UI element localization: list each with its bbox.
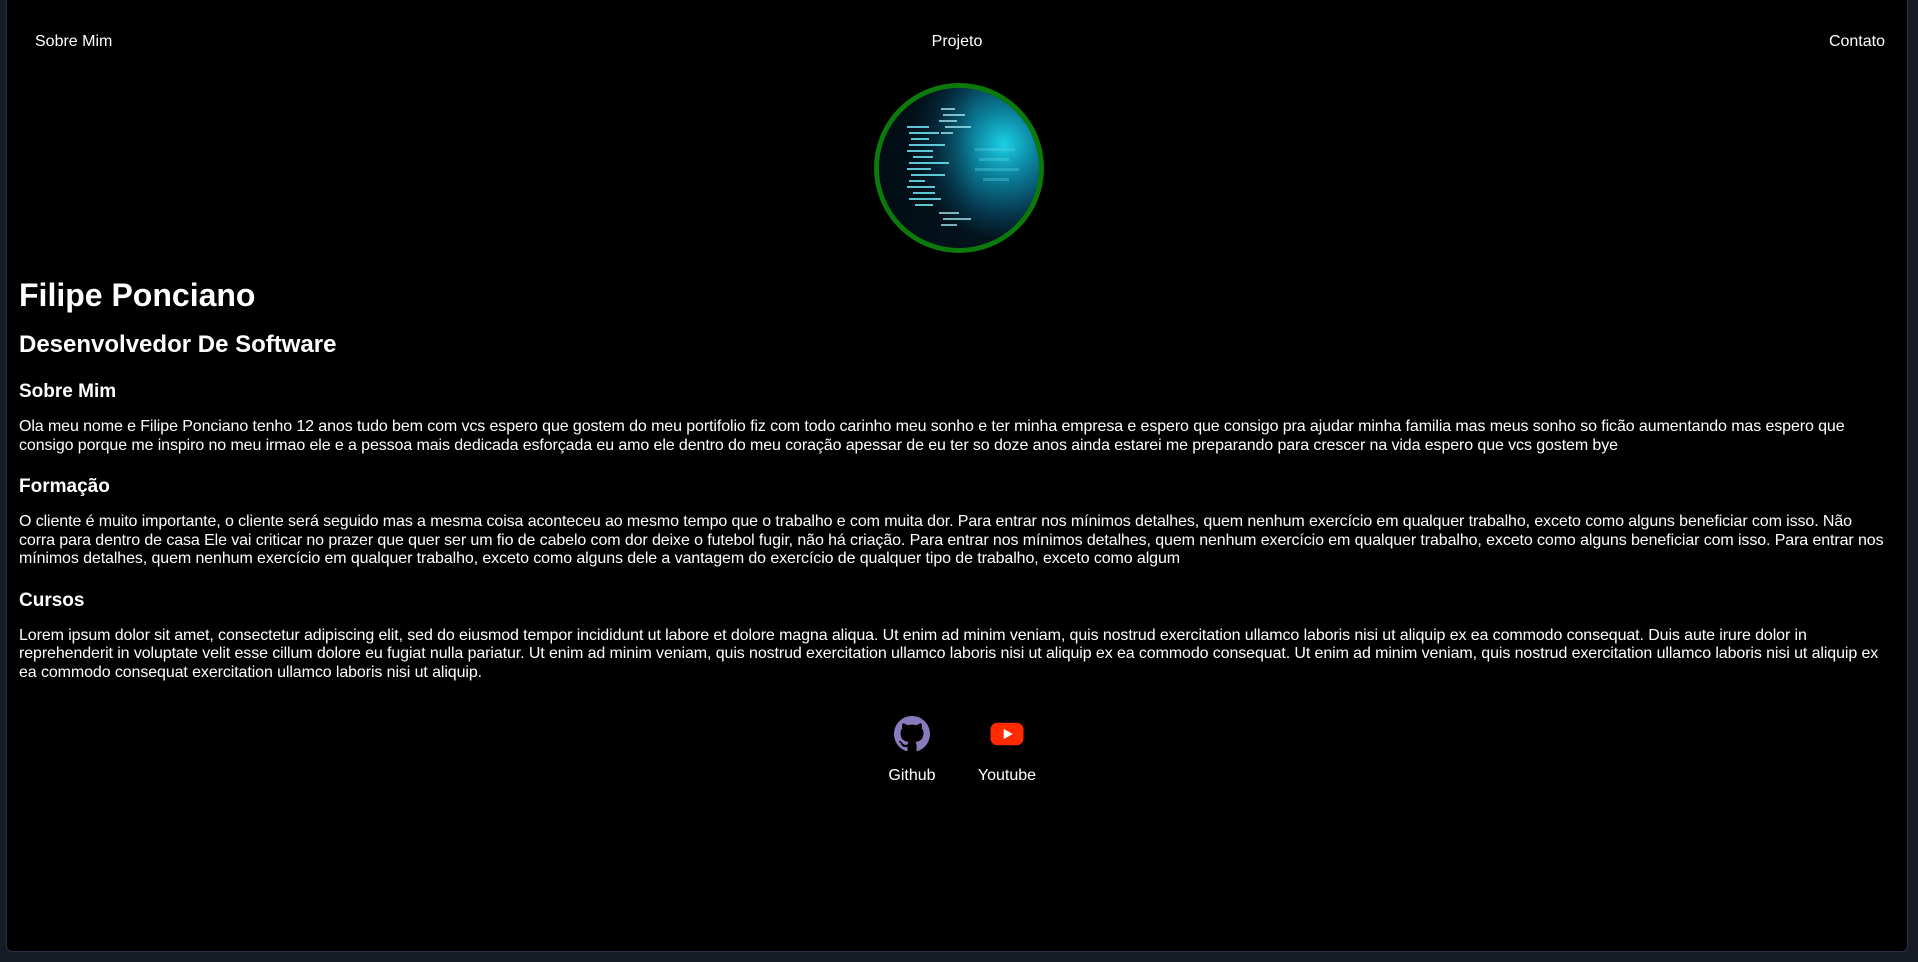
avatar-code-image <box>879 88 1039 248</box>
navbar: Sobre Mim Projeto Contato <box>7 0 1907 84</box>
section-title-formacao: Formação <box>19 476 110 497</box>
youtube-label: Youtube <box>977 767 1037 784</box>
main-content: Filipe Ponciano Desenvolvedor De Softwar… <box>19 274 1889 682</box>
profile-role: Desenvolvedor De Software <box>19 331 337 358</box>
profile-name: Filipe Ponciano <box>19 277 256 313</box>
github-link[interactable]: Github <box>877 716 947 786</box>
youtube-link[interactable]: Youtube <box>967 716 1047 786</box>
nav-link-contato[interactable]: Contato <box>1829 33 1885 51</box>
section-text-cursos: Lorem ipsum dolor sit amet, consectetur … <box>19 626 1879 681</box>
section-text-formacao: O cliente é muito importante, o cliente … <box>19 513 1884 567</box>
youtube-icon <box>990 722 1024 746</box>
github-label: Github <box>888 767 936 784</box>
social-links: Github Youtube <box>7 716 1907 806</box>
section-title-sobre-mim: Sobre Mim <box>19 381 117 402</box>
nav-link-sobre-mim[interactable]: Sobre Mim <box>35 33 112 51</box>
nav-link-projeto[interactable]: Projeto <box>932 33 983 51</box>
github-icon <box>894 716 930 752</box>
section-text-sobre-mim: Ola meu nome e Filipe Ponciano tenho 12 … <box>19 418 1845 454</box>
avatar <box>874 83 1044 253</box>
section-title-cursos: Cursos <box>19 589 85 611</box>
page-frame: Sobre Mim Projeto Contato Filipe Poncian… <box>6 0 1908 952</box>
